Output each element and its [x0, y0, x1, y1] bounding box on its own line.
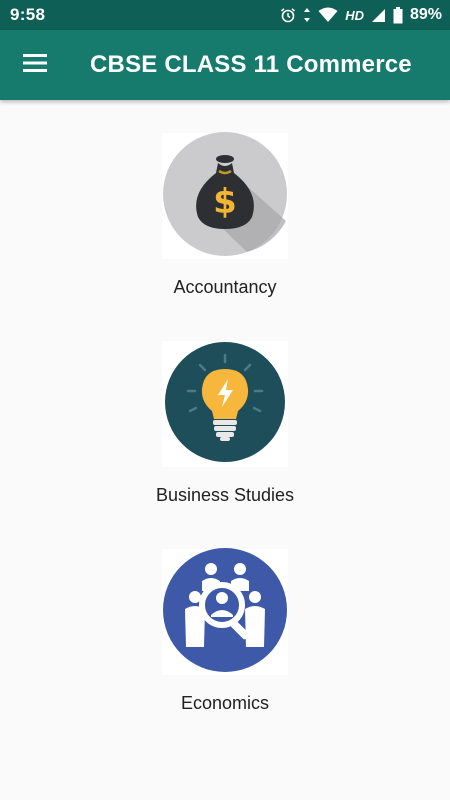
people-magnifier-icon	[162, 547, 288, 678]
subject-item-accountancy[interactable]: $ Accountancy	[0, 131, 450, 323]
subject-label: Accountancy	[173, 277, 277, 297]
svg-text:$: $	[213, 182, 237, 222]
subject-label: Business Studies	[155, 485, 295, 505]
wifi-icon	[318, 7, 338, 23]
status-icons: HD 89%	[280, 6, 442, 24]
hamburger-menu-icon	[23, 53, 47, 77]
money-bag-icon: $	[162, 131, 288, 262]
subject-list: $ Accountancy Business Studies Economics	[0, 100, 450, 800]
network-type: HD	[345, 7, 364, 23]
status-time: 9:58	[10, 5, 46, 24]
light-bulb-icon	[162, 339, 288, 470]
subject-tile	[162, 341, 288, 467]
alarm-icon	[280, 7, 296, 23]
data-arrows-icon	[303, 7, 311, 23]
app-bar: CBSE CLASS 11 Commerce	[0, 30, 450, 100]
status-bar: 9:58 HD 89%	[0, 0, 450, 30]
page-title: CBSE CLASS 11 Commerce	[90, 51, 412, 78]
menu-button[interactable]	[0, 30, 70, 100]
battery-icon	[393, 6, 403, 24]
battery-percent: 89%	[409, 6, 442, 23]
subject-tile: $	[162, 131, 288, 262]
signal-icon	[371, 8, 386, 23]
subject-item-business-studies[interactable]: Business Studies	[0, 341, 450, 531]
subject-item-economics[interactable]: Economics	[0, 547, 450, 739]
subject-label: Economics	[180, 693, 270, 713]
subject-tile	[162, 547, 288, 678]
